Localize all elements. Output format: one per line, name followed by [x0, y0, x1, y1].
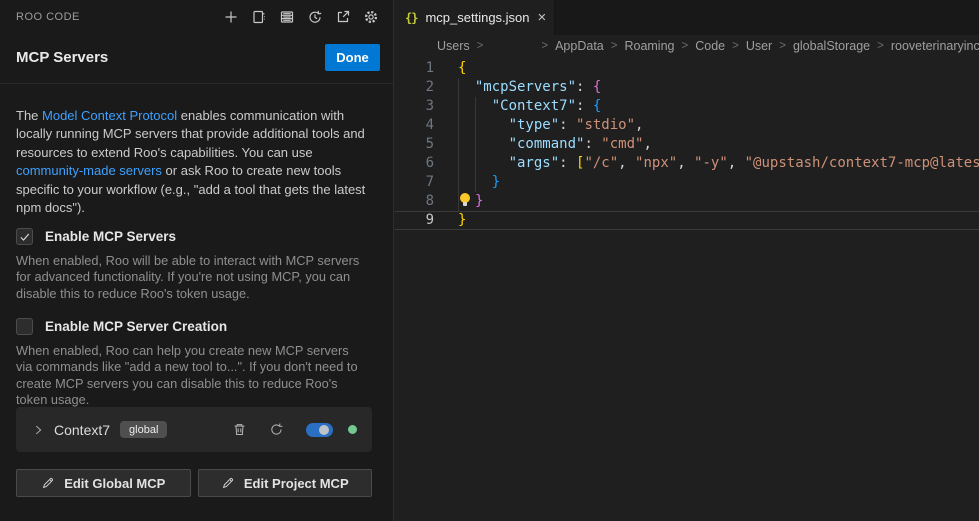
code-lines: 1{2 "mcpServers": {3 "Context7": {4 "typ… — [395, 59, 979, 230]
server-scope-badge: global — [120, 421, 167, 438]
line-number: 6 — [395, 154, 434, 173]
edit-global-mcp-label: Edit Global MCP — [64, 476, 165, 491]
code-line: 6 "args": ["/c", "npx", "-y", "@upstash/… — [395, 154, 979, 173]
breadcrumb-item[interactable]: Roaming — [624, 39, 674, 53]
code-line: 8} — [395, 192, 979, 211]
edit-global-mcp-button[interactable]: Edit Global MCP — [16, 469, 191, 497]
code-editor[interactable]: 1{2 "mcpServers": {3 "Context7": {4 "typ… — [395, 57, 979, 521]
code-line: 9} — [395, 211, 979, 230]
header-divider — [0, 83, 393, 84]
sidebar-toolbar — [222, 8, 380, 26]
checkmark-icon — [19, 231, 31, 243]
line-number: 7 — [395, 173, 434, 192]
close-tab-icon[interactable]: × — [538, 10, 547, 25]
pencil-icon — [41, 476, 55, 490]
enable-mcp-creation-checkbox[interactable] — [16, 318, 33, 335]
delete-server-icon[interactable] — [232, 422, 247, 437]
roo-code-sidebar: ROO CODE — [0, 0, 394, 521]
server-enabled-toggle[interactable] — [306, 423, 333, 437]
edit-mcp-buttons: Edit Global MCP Edit Project MCP — [16, 469, 372, 497]
pencil-icon — [221, 476, 235, 490]
enable-mcp-creation-row: Enable MCP Server Creation — [16, 318, 227, 335]
sidebar-header: ROO CODE — [16, 0, 380, 33]
breadcrumb-item[interactable]: Code — [695, 39, 725, 53]
server-card-context7: Context7 global — [16, 407, 372, 452]
breadcrumb-separator-icon: > — [611, 40, 618, 52]
enable-mcp-creation-label: Enable MCP Server Creation — [45, 319, 227, 334]
line-number: 5 — [395, 135, 434, 154]
breadcrumb-separator-icon: > — [541, 40, 548, 52]
breadcrumb-separator-icon: > — [682, 40, 689, 52]
line-number: 9 — [395, 211, 434, 230]
json-file-icon: {} — [405, 11, 417, 25]
panel-title-row: MCP Servers Done — [16, 42, 380, 72]
server-status-indicator — [348, 425, 357, 434]
line-number: 8 — [395, 192, 434, 211]
breadcrumb-separator-icon: > — [779, 40, 786, 52]
editor-pane: {} mcp_settings.json × Users > > AppData > Ro… — [395, 0, 979, 521]
history-icon[interactable] — [306, 8, 324, 26]
page-title: MCP Servers — [16, 49, 108, 66]
done-button[interactable]: Done — [325, 44, 380, 71]
breadcrumb-separator-icon: > — [477, 40, 484, 52]
intro-text: The — [16, 108, 42, 123]
breadcrumb-item[interactable]: rooveterinaryinc.roo-cli — [891, 39, 979, 53]
line-number: 3 — [395, 97, 434, 116]
lightbulb-icon[interactable] — [458, 193, 475, 206]
breadcrumb-item[interactable]: Users — [437, 39, 470, 53]
tab-label: mcp_settings.json — [425, 10, 529, 25]
code-line: 4 "type": "stdio", — [395, 116, 979, 135]
tab-mcp-settings-json[interactable]: {} mcp_settings.json × — [395, 0, 555, 35]
breadcrumb-item[interactable]: User — [746, 39, 772, 53]
edit-project-mcp-button[interactable]: Edit Project MCP — [198, 469, 373, 497]
line-number: 2 — [395, 78, 434, 97]
intro-paragraph: The Model Context Protocol enables commu… — [16, 107, 366, 217]
line-number: 4 — [395, 116, 434, 135]
gear-icon[interactable] — [362, 8, 380, 26]
code-line: 5 "command": "cmd", — [395, 135, 979, 154]
enable-mcp-servers-row: Enable MCP Servers — [16, 228, 176, 245]
restart-server-icon[interactable] — [269, 422, 284, 437]
roo-code-mcp-settings-window: ROO CODE — [0, 0, 979, 521]
enable-mcp-servers-description: When enabled, Roo will be able to intera… — [16, 253, 368, 302]
breadcrumb-item[interactable]: AppData — [555, 39, 604, 53]
code-line: 7 } — [395, 173, 979, 192]
toggle-knob — [319, 425, 329, 435]
breadcrumb: Users > > AppData > Roaming > Code > User > globalS… — [395, 35, 979, 57]
chevron-right-icon[interactable] — [31, 423, 45, 437]
enable-mcp-servers-label: Enable MCP Servers — [45, 229, 176, 244]
editor-tab-bar: {} mcp_settings.json × — [395, 0, 979, 35]
breadcrumb-separator-icon: > — [732, 40, 739, 52]
plus-icon[interactable] — [222, 8, 240, 26]
enable-mcp-servers-checkbox[interactable] — [16, 228, 33, 245]
server-name: Context7 — [54, 422, 110, 438]
model-context-protocol-link[interactable]: Model Context Protocol — [42, 108, 177, 123]
popout-icon[interactable] — [334, 8, 352, 26]
line-number: 1 — [395, 59, 434, 78]
brand-label: ROO CODE — [16, 11, 80, 23]
notebook-icon[interactable] — [250, 8, 268, 26]
edit-project-mcp-label: Edit Project MCP — [244, 476, 349, 491]
breadcrumb-separator-icon: > — [877, 40, 884, 52]
community-made-servers-link[interactable]: community-made servers — [16, 163, 162, 178]
code-line: 1{ — [395, 59, 979, 78]
code-line: 3 "Context7": { — [395, 97, 979, 116]
breadcrumb-item[interactable]: globalStorage — [793, 39, 870, 53]
code-line: 2 "mcpServers": { — [395, 78, 979, 97]
enable-mcp-creation-description: When enabled, Roo can help you create ne… — [16, 343, 368, 409]
server-icon[interactable] — [278, 8, 296, 26]
